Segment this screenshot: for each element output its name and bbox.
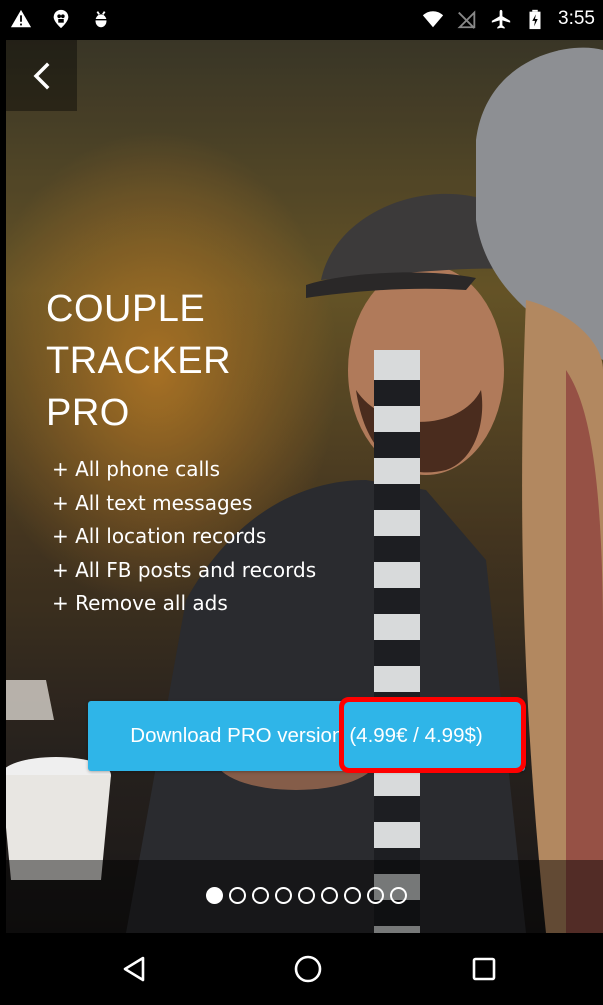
page-dot-1[interactable]	[206, 887, 223, 904]
nav-back-button[interactable]	[104, 943, 164, 995]
recents-square-icon	[472, 957, 496, 981]
android-debug-icon	[95, 11, 107, 28]
location-pin-icon	[53, 9, 69, 29]
promo-title: COUPLE TRACKER PRO	[46, 288, 232, 434]
page-dot-4[interactable]	[275, 887, 292, 904]
nav-recents-button[interactable]	[454, 943, 514, 995]
page-indicator	[206, 887, 407, 904]
download-button-label: Download PRO version	[130, 724, 344, 747]
page-dot-3[interactable]	[252, 887, 269, 904]
striped-scarf	[374, 350, 420, 933]
page-dot-9[interactable]	[390, 887, 407, 904]
battery-charging-icon	[529, 9, 541, 30]
page-dot-2[interactable]	[229, 887, 246, 904]
feature-list: + All phone calls + All text messages + …	[52, 453, 316, 621]
wifi-icon	[422, 11, 444, 28]
app-screen: 3:55 COUPLE TRACKER PRO + All phone call…	[0, 0, 603, 1005]
feature-item: + All phone calls	[52, 457, 220, 481]
warning-icon	[10, 9, 32, 28]
feature-item: + All FB posts and records	[52, 557, 317, 582]
promo-section: COUPLE TRACKER PRO + All phone calls + A…	[46, 283, 316, 621]
status-left-icons	[10, 6, 112, 32]
feature-item: + All location records	[52, 524, 267, 548]
download-pro-button[interactable]: Download PRO version (4.99€ / 4.99$)	[88, 701, 525, 771]
no-sim-icon	[457, 10, 476, 29]
back-button[interactable]	[6, 40, 77, 111]
system-nav-bar	[0, 933, 603, 1005]
airplane-mode-icon	[491, 9, 511, 29]
page-dot-5[interactable]	[298, 887, 315, 904]
page-dot-8[interactable]	[367, 887, 384, 904]
home-circle-icon	[294, 955, 322, 983]
nav-home-button[interactable]	[278, 943, 338, 995]
feature-item: + Remove all ads	[52, 591, 228, 615]
page-dot-6[interactable]	[321, 887, 338, 904]
status-right-icons: 3:55	[422, 6, 595, 32]
page-dot-7[interactable]	[344, 887, 361, 904]
status-bar: 3:55	[0, 0, 603, 40]
chevron-left-icon	[33, 62, 49, 89]
status-time: 3:55	[558, 8, 595, 29]
download-button-price: (4.99€ / 4.99$)	[349, 724, 483, 747]
feature-item: + All text messages	[52, 490, 253, 515]
back-triangle-icon	[123, 956, 145, 982]
